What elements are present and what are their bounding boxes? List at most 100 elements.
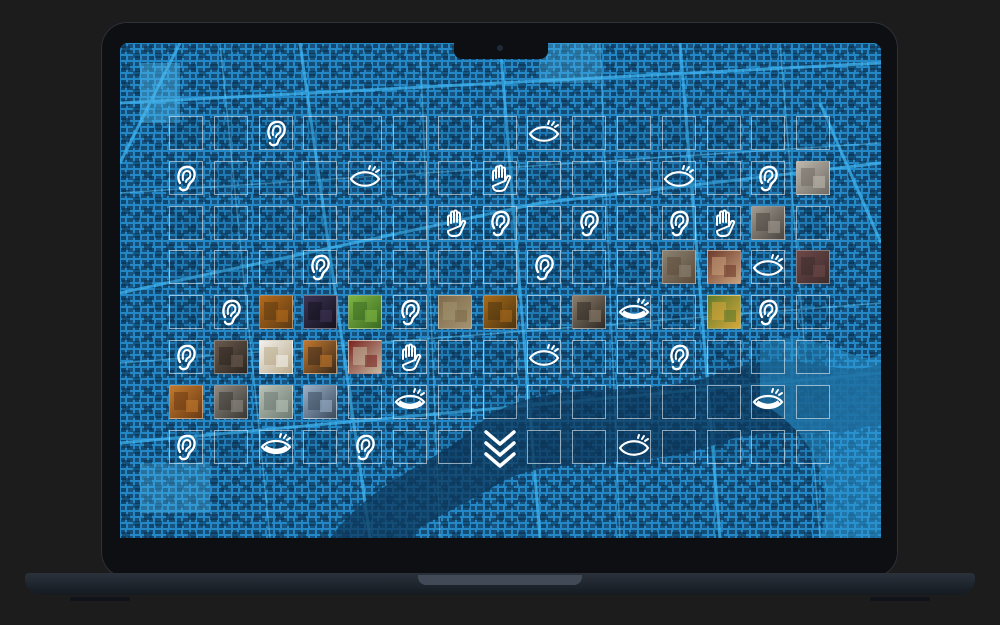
grid-tile[interactable]: [437, 340, 472, 374]
scroll-down-button[interactable]: [483, 428, 517, 468]
grid-tile[interactable]: [661, 295, 696, 330]
grid-tile[interactable]: [796, 116, 831, 150]
grid-tile[interactable]: [751, 160, 786, 195]
grid-tile[interactable]: [572, 160, 607, 195]
grid-tile[interactable]: [706, 250, 741, 285]
grid-tile[interactable]: [706, 205, 741, 240]
grid-tile[interactable]: [348, 116, 383, 150]
grid-tile[interactable]: [393, 295, 427, 330]
grid-tile[interactable]: [617, 340, 651, 374]
grid-tile[interactable]: [213, 340, 248, 374]
grid-tile[interactable]: [617, 429, 651, 464]
grid-tile[interactable]: [661, 160, 696, 195]
grid-tile[interactable]: [482, 116, 517, 150]
grid-tile[interactable]: [393, 116, 427, 150]
grid-tile[interactable]: [751, 295, 786, 330]
grid-tile[interactable]: [751, 340, 786, 374]
grid-tile[interactable]: [527, 340, 562, 374]
grid-tile[interactable]: [572, 429, 607, 464]
grid-tile[interactable]: [751, 384, 786, 419]
grid-tile[interactable]: [437, 205, 472, 240]
grid-tile[interactable]: [258, 295, 293, 330]
grid-tile[interactable]: [482, 205, 517, 240]
grid-tile[interactable]: [303, 116, 338, 150]
grid-tile[interactable]: [348, 160, 383, 195]
grid-tile[interactable]: [617, 205, 651, 240]
grid-tile[interactable]: [796, 429, 831, 464]
grid-tile[interactable]: [303, 205, 338, 240]
grid-tile[interactable]: [482, 295, 517, 330]
grid-tile[interactable]: [169, 384, 203, 419]
grid-tile[interactable]: [482, 340, 517, 374]
grid-tile[interactable]: [169, 116, 203, 150]
grid-tile[interactable]: [661, 429, 696, 464]
grid-tile[interactable]: [169, 429, 203, 464]
grid-tile[interactable]: [393, 340, 427, 374]
grid-tile[interactable]: [661, 384, 696, 419]
grid-tile[interactable]: [572, 384, 607, 419]
grid-tile[interactable]: [303, 160, 338, 195]
grid-tile[interactable]: [796, 384, 831, 419]
grid-tile[interactable]: [303, 384, 338, 419]
grid-tile[interactable]: [303, 340, 338, 374]
grid-tile[interactable]: [393, 429, 427, 464]
grid-tile[interactable]: [303, 250, 338, 285]
grid-tile[interactable]: [258, 160, 293, 195]
grid-tile[interactable]: [213, 429, 248, 464]
grid-tile[interactable]: [751, 205, 786, 240]
grid-tile[interactable]: [572, 295, 607, 330]
grid-tile[interactable]: [348, 295, 383, 330]
grid-tile[interactable]: [303, 295, 338, 330]
grid-tile[interactable]: [213, 160, 248, 195]
grid-tile[interactable]: [572, 205, 607, 240]
grid-tile[interactable]: [527, 116, 562, 150]
grid-tile[interactable]: [527, 429, 562, 464]
grid-tile[interactable]: [393, 160, 427, 195]
grid-tile[interactable]: [393, 250, 427, 285]
grid-tile[interactable]: [258, 250, 293, 285]
grid-tile[interactable]: [751, 250, 786, 285]
grid-tile[interactable]: [482, 250, 517, 285]
grid-tile[interactable]: [258, 205, 293, 240]
grid-tile[interactable]: [213, 116, 248, 150]
grid-tile[interactable]: [169, 340, 203, 374]
grid-tile[interactable]: [393, 205, 427, 240]
grid-tile[interactable]: [617, 250, 651, 285]
grid-tile[interactable]: [437, 429, 472, 464]
grid-tile[interactable]: [169, 250, 203, 285]
grid-tile[interactable]: [661, 205, 696, 240]
grid-tile[interactable]: [661, 340, 696, 374]
grid-tile[interactable]: [796, 340, 831, 374]
grid-tile[interactable]: [706, 295, 741, 330]
grid-tile[interactable]: [393, 384, 427, 419]
grid-tile[interactable]: [213, 205, 248, 240]
grid-tile[interactable]: [258, 429, 293, 464]
grid-tile[interactable]: [661, 250, 696, 285]
grid-tile[interactable]: [572, 250, 607, 285]
grid-tile[interactable]: [348, 205, 383, 240]
grid-tile[interactable]: [572, 340, 607, 374]
grid-tile[interactable]: [751, 116, 786, 150]
grid-tile[interactable]: [796, 250, 831, 285]
grid-tile[interactable]: [258, 340, 293, 374]
grid-tile[interactable]: [527, 160, 562, 195]
grid-tile[interactable]: [706, 429, 741, 464]
grid-tile[interactable]: [527, 384, 562, 419]
grid-tile[interactable]: [437, 384, 472, 419]
grid-tile[interactable]: [482, 160, 517, 195]
grid-tile[interactable]: [527, 205, 562, 240]
grid-tile[interactable]: [796, 205, 831, 240]
grid-tile[interactable]: [258, 116, 293, 150]
grid-tile[interactable]: [527, 295, 562, 330]
grid-tile[interactable]: [213, 384, 248, 419]
grid-tile[interactable]: [348, 340, 383, 374]
grid-tile[interactable]: [169, 160, 203, 195]
grid-tile[interactable]: [437, 116, 472, 150]
grid-tile[interactable]: [661, 116, 696, 150]
grid-tile[interactable]: [169, 205, 203, 240]
grid-tile[interactable]: [169, 295, 203, 330]
grid-tile[interactable]: [213, 250, 248, 285]
grid-tile[interactable]: [617, 116, 651, 150]
grid-tile[interactable]: [348, 250, 383, 285]
grid-tile[interactable]: [572, 116, 607, 150]
